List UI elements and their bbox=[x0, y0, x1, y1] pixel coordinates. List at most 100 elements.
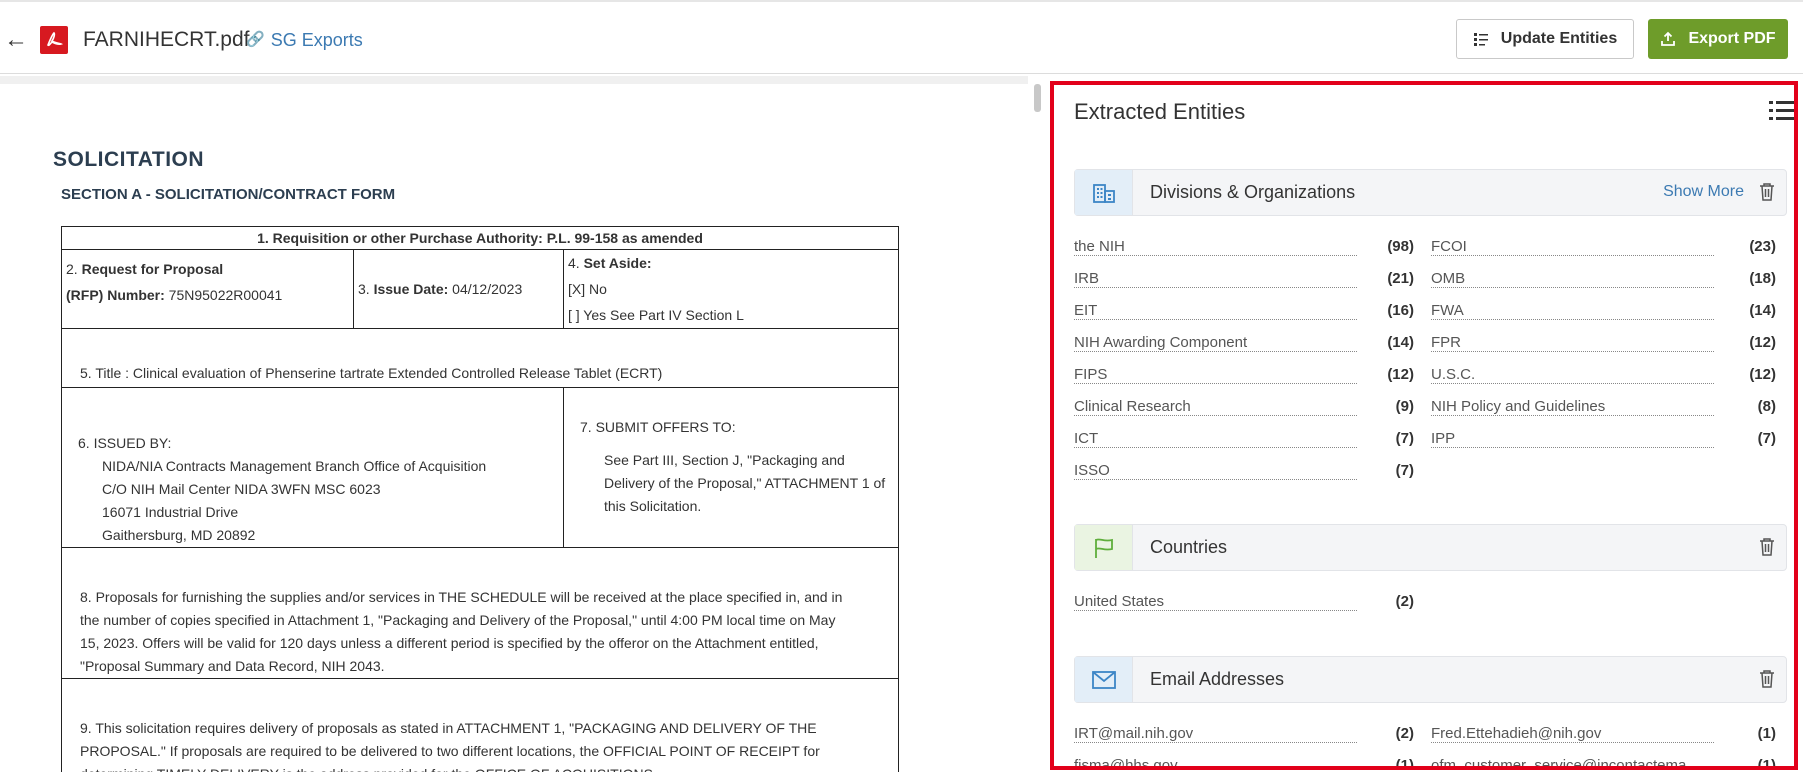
entity-item[interactable]: IRB (21) bbox=[1074, 270, 1414, 294]
entity-item[interactable]: Clinical Research (9) bbox=[1074, 398, 1414, 422]
entity-count: (1) bbox=[1395, 757, 1414, 770]
entity-label: IPP bbox=[1431, 430, 1457, 447]
entity-label: EIT bbox=[1074, 302, 1099, 319]
sg-exports-label: SG Exports bbox=[270, 30, 363, 50]
entity-count: (18) bbox=[1749, 270, 1776, 287]
setaside-no: [X] No bbox=[568, 281, 607, 297]
category-email-addresses: Email Addresses bbox=[1074, 656, 1787, 703]
entity-label: Clinical Research bbox=[1074, 398, 1192, 415]
para8-line: "Proposal Summary and Data Record, NIH 2… bbox=[80, 658, 385, 674]
sg-exports-link[interactable]: 🔗 SG Exports bbox=[246, 28, 363, 52]
entity-item[interactable]: OMB (18) bbox=[1431, 270, 1776, 294]
entity-item[interactable]: FPR (12) bbox=[1431, 334, 1776, 358]
entity-item[interactable]: Fred.Ettehadieh@nih.gov (1) bbox=[1431, 725, 1776, 749]
entity-label: U.S.C. bbox=[1431, 366, 1477, 383]
entity-count: (7) bbox=[1395, 462, 1414, 479]
update-entities-label: Update Entities bbox=[1500, 30, 1618, 47]
para9-line: PROPOSAL." If proposals are required to … bbox=[80, 743, 820, 759]
entity-count: (7) bbox=[1395, 430, 1414, 447]
entity-count: (7) bbox=[1757, 430, 1776, 447]
entity-count: (12) bbox=[1749, 366, 1776, 383]
issued-by-line: C/O NIH Mail Center NIDA 3WFN MSC 6023 bbox=[102, 481, 381, 497]
update-entities-button[interactable]: Update Entities bbox=[1456, 19, 1634, 59]
entity-item[interactable]: IPP (7) bbox=[1431, 430, 1776, 454]
entity-label: IRT@mail.nih.gov bbox=[1074, 725, 1195, 742]
solicitation-form-table: 1. Requisition or other Purchase Authori… bbox=[61, 226, 899, 772]
rfp-label-2: (RFP) Number: bbox=[66, 287, 165, 303]
issued-by-cell: 6. ISSUED BY: NIDA/NIA Contracts Managem… bbox=[61, 387, 564, 548]
show-more-link[interactable]: Show More bbox=[1663, 183, 1744, 201]
panel-title: Extracted Entities bbox=[1074, 99, 1246, 124]
para9-line: 9. This solicitation requires delivery o… bbox=[80, 720, 817, 736]
entity-label: NIH Awarding Component bbox=[1074, 334, 1249, 351]
entity-label: FWA bbox=[1431, 302, 1465, 319]
entity-label: IRB bbox=[1074, 270, 1101, 287]
entity-item[interactable]: ISSO (7) bbox=[1074, 462, 1414, 486]
document-scrollbar[interactable] bbox=[1034, 84, 1041, 112]
para9-line: determining TIMELY DELIVERY is the addre… bbox=[80, 763, 892, 772]
entity-item[interactable]: fisma@hhs.gov (1) bbox=[1074, 757, 1414, 770]
entity-item[interactable]: FCOI (23) bbox=[1431, 238, 1776, 262]
entity-item[interactable]: ICT (7) bbox=[1074, 430, 1414, 454]
category-name: Countries bbox=[1150, 537, 1228, 557]
trash-icon[interactable] bbox=[1758, 669, 1776, 691]
entity-item[interactable]: ofm_customer_service@incontactema... (1) bbox=[1431, 757, 1776, 770]
setaside-yes: [ ] Yes See Part IV Section L bbox=[568, 307, 744, 323]
submit-offers-cell: 7. SUBMIT OFFERS TO: See Part III, Secti… bbox=[563, 387, 899, 548]
submit-line: this Solicitation. bbox=[604, 498, 702, 514]
entity-count: (2) bbox=[1395, 593, 1414, 610]
trash-icon[interactable] bbox=[1758, 537, 1776, 559]
entity-count: (12) bbox=[1749, 334, 1776, 351]
entity-item[interactable]: EIT (16) bbox=[1074, 302, 1414, 326]
document-subtitle: SECTION A - SOLICITATION/CONTRACT FORM bbox=[61, 186, 396, 203]
issue-prefix: 3. bbox=[358, 281, 370, 297]
entity-item[interactable]: FIPS (12) bbox=[1074, 366, 1414, 390]
submit-line: See Part III, Section J, "Packaging and bbox=[604, 452, 845, 468]
entity-label: FIPS bbox=[1074, 366, 1109, 383]
entity-count: (1) bbox=[1757, 757, 1776, 770]
pdf-file-icon bbox=[40, 26, 68, 54]
link-icon: 🔗 bbox=[246, 31, 265, 48]
export-pdf-label: Export PDF bbox=[1688, 30, 1776, 47]
issue-value: 04/12/2023 bbox=[452, 281, 523, 297]
entity-label: FCOI bbox=[1431, 238, 1468, 255]
document-viewer[interactable]: SOLICITATION SECTION A - SOLICITATION/CO… bbox=[0, 76, 1028, 772]
back-arrow-icon[interactable]: ← bbox=[4, 26, 28, 54]
panel-scrollbar[interactable] bbox=[1795, 145, 1798, 321]
entity-count: (16) bbox=[1387, 302, 1414, 319]
export-icon bbox=[1661, 31, 1676, 46]
setaside-prefix: 4. bbox=[568, 255, 580, 271]
submit-offers-text: See Part III, Section J, "Packaging and … bbox=[580, 449, 894, 518]
entity-label: ICT bbox=[1074, 430, 1100, 447]
entity-item[interactable]: United States (2) bbox=[1074, 593, 1414, 617]
rfp-label: Request for Proposal bbox=[81, 261, 224, 277]
entity-item[interactable]: NIH Awarding Component (14) bbox=[1074, 334, 1414, 358]
entity-label: FPR bbox=[1431, 334, 1462, 351]
category-divisions-organizations: Divisions & Organizations Show More bbox=[1074, 169, 1787, 216]
entity-item[interactable]: NIH Policy and Guidelines (8) bbox=[1431, 398, 1776, 422]
entity-item[interactable]: IRT@mail.nih.gov (2) bbox=[1074, 725, 1414, 749]
rfp-cell: 2. Request for Proposal (RFP) Number: 75… bbox=[61, 249, 354, 329]
flag-icon bbox=[1075, 525, 1133, 570]
entity-item[interactable]: the NIH (98) bbox=[1074, 238, 1414, 262]
document-title: SOLICITATION bbox=[53, 148, 205, 171]
entity-label: OMB bbox=[1431, 270, 1467, 287]
trash-icon[interactable] bbox=[1758, 182, 1776, 204]
issued-by-label: 6. ISSUED BY: bbox=[78, 435, 172, 451]
entity-label: fisma@hhs.gov bbox=[1074, 757, 1179, 766]
title-row: 5. Title : Clinical evaluation of Phense… bbox=[61, 328, 899, 388]
list-menu-icon[interactable] bbox=[1769, 99, 1794, 125]
issued-by-line: 16071 Industrial Drive bbox=[102, 504, 239, 520]
rfp-prefix: 2. bbox=[66, 261, 78, 277]
entity-count: (2) bbox=[1395, 725, 1414, 742]
entity-item[interactable]: U.S.C. (12) bbox=[1431, 366, 1776, 390]
entity-count: (21) bbox=[1387, 270, 1414, 287]
top-bar: ← FARNIHECRT.pdf 🔗 SG Exports Update Ent… bbox=[0, 0, 1803, 74]
entity-item[interactable]: FWA (14) bbox=[1431, 302, 1776, 326]
export-pdf-button[interactable]: Export PDF bbox=[1648, 19, 1788, 59]
building-icon bbox=[1075, 170, 1133, 215]
entity-count: (9) bbox=[1395, 398, 1414, 415]
para8-line: the number of copies specified in Attach… bbox=[80, 612, 836, 628]
category-name: Divisions & Organizations bbox=[1150, 182, 1356, 202]
setaside-label: Set Aside: bbox=[583, 255, 652, 271]
